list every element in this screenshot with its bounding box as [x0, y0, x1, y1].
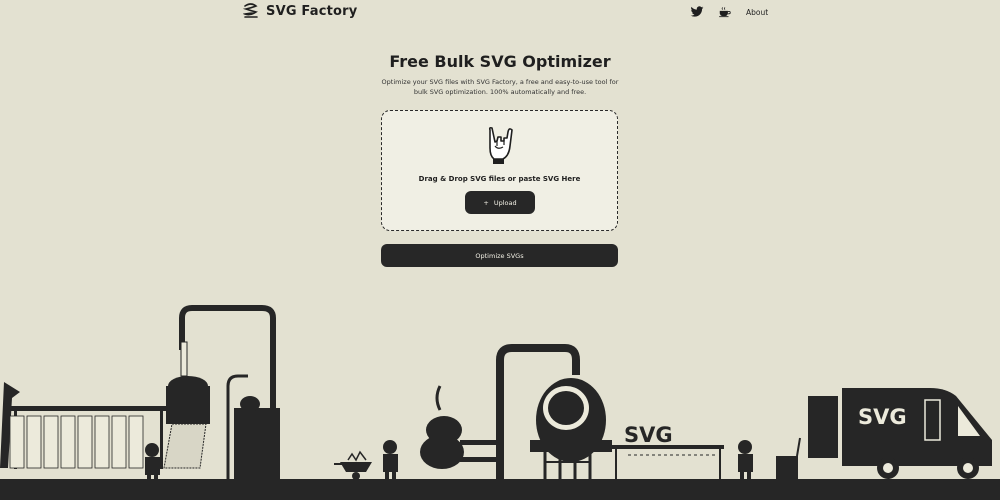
brand-name: SVG Factory [266, 4, 358, 19]
rock-hand-icon [488, 126, 513, 164]
conveyor-sign-text: SVG [624, 423, 673, 447]
hero-section: Free Bulk SVG Optimizer Optimize your SV… [0, 52, 1000, 97]
dropzone-instructions: Drag & Drop SVG files or paste SVG Here [418, 175, 581, 183]
factory-logo-icon [243, 3, 258, 18]
optimize-svgs-button[interactable]: Optimize SVGs [381, 244, 618, 267]
about-link[interactable]: About [746, 8, 768, 17]
wheelbarrow [334, 450, 372, 480]
factory-illustration: SVG SVG [0, 305, 1000, 500]
plus-icon: + [483, 198, 489, 207]
van-sign-text: SVG [858, 405, 907, 429]
top-nav: SVG Factory About [0, 0, 1000, 26]
brand-logo[interactable]: SVG Factory [243, 3, 357, 20]
page-subtitle: Optimize your SVG files with SVG Factory… [381, 78, 619, 96]
upload-label: Upload [493, 198, 517, 207]
left-conveyor [0, 382, 168, 469]
coffee-icon[interactable] [718, 6, 732, 18]
svg-dropzone[interactable]: Drag & Drop SVG files or paste SVG Here … [381, 110, 618, 231]
boiler-pot [420, 385, 500, 469]
left-tower [163, 305, 280, 480]
twitter-icon[interactable] [690, 6, 704, 18]
page-title: Free Bulk SVG Optimizer [389, 52, 611, 71]
delivery-van: SVG [776, 388, 992, 480]
upload-button[interactable]: + Upload [465, 191, 535, 214]
svg-sign-conveyor: SVG [612, 423, 724, 480]
center-tower [496, 344, 612, 480]
ground-strip [0, 479, 1000, 500]
